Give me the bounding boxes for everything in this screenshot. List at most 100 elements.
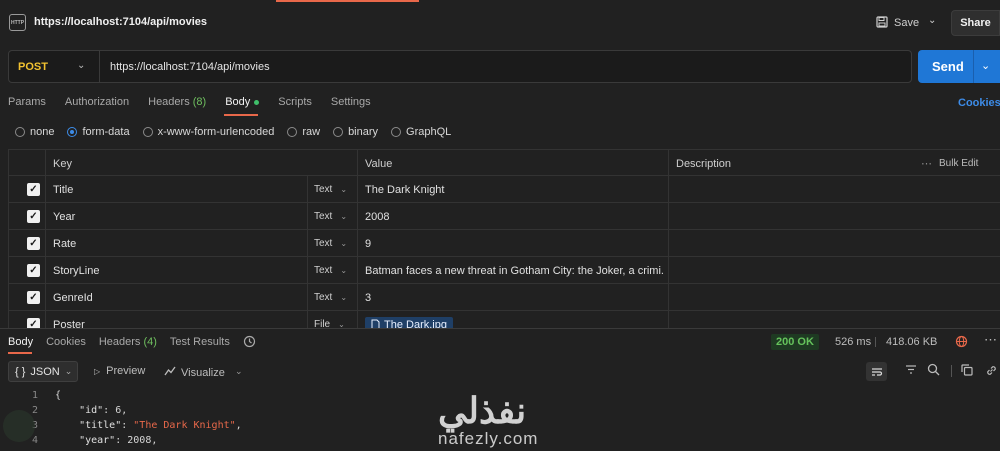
row-checkbox[interactable]: ✓ bbox=[27, 311, 40, 328]
chevron-down-icon[interactable]: ⌄ bbox=[77, 60, 85, 71]
row-key[interactable]: Title bbox=[53, 176, 73, 203]
row-value[interactable]: The Dark.jpg bbox=[365, 311, 665, 328]
more-options-icon[interactable]: ⋯ bbox=[984, 332, 997, 348]
radio-icon bbox=[391, 127, 402, 137]
watermark-logo-icon bbox=[3, 410, 35, 442]
table-row[interactable]: ✓ Year Text ⌄ 2008 bbox=[8, 203, 1000, 230]
pane-divider[interactable] bbox=[0, 328, 1000, 329]
chevron-down-icon[interactable]: ⌄ bbox=[235, 366, 243, 377]
table-row[interactable]: ✓ Rate Text ⌄ 9 bbox=[8, 230, 1000, 257]
tab-scripts[interactable]: Scripts bbox=[278, 96, 312, 108]
file-chip[interactable]: The Dark.jpg bbox=[365, 316, 453, 328]
row-type-select[interactable]: File ⌄ bbox=[314, 311, 345, 328]
send-options-chevron-icon[interactable]: ⌄ bbox=[981, 59, 990, 72]
row-type-select[interactable]: Text ⌄ bbox=[314, 203, 347, 230]
wrap-lines-icon[interactable] bbox=[866, 362, 887, 381]
send-button[interactable]: Send ⌄ bbox=[918, 50, 1000, 83]
tab-headers[interactable]: Headers (8) bbox=[148, 96, 206, 108]
code-text: { bbox=[55, 390, 62, 401]
row-checkbox[interactable]: ✓ bbox=[27, 284, 40, 311]
tab-response-body[interactable]: Body bbox=[8, 336, 33, 348]
save-options-chevron-icon[interactable]: ⌄ bbox=[928, 15, 942, 29]
visualize-button[interactable]: Visualize bbox=[164, 365, 225, 380]
share-button[interactable]: Share bbox=[951, 10, 1000, 36]
chevron-down-icon: ⌄ bbox=[338, 320, 345, 328]
tab-params[interactable]: Params bbox=[8, 96, 46, 108]
table-row[interactable]: ✓ Poster File ⌄ The Dark.jpg bbox=[8, 311, 1000, 328]
cookies-link[interactable]: Cookies bbox=[958, 97, 1000, 109]
row-type: Text bbox=[314, 211, 333, 222]
table-row[interactable]: ✓ GenreId Text ⌄ 3 bbox=[8, 284, 1000, 311]
body-type-raw[interactable]: raw bbox=[287, 126, 320, 138]
preview-label: Preview bbox=[106, 365, 146, 377]
radio-icon bbox=[15, 127, 25, 137]
row-type-select[interactable]: Text ⌄ bbox=[314, 230, 347, 257]
tab-response-cookies[interactable]: Cookies bbox=[46, 336, 86, 348]
status-badge[interactable]: 200 OK bbox=[771, 334, 819, 350]
braces-icon: { } bbox=[15, 365, 26, 378]
table-row[interactable]: ✓ StoryLine Text ⌄ Batman faces a new threat… bbox=[8, 257, 1000, 284]
send-label: Send bbox=[932, 59, 964, 74]
row-checkbox[interactable]: ✓ bbox=[27, 176, 40, 203]
tab-authorization[interactable]: Authorization bbox=[65, 96, 129, 108]
row-checkbox[interactable]: ✓ bbox=[27, 203, 40, 230]
row-key[interactable]: GenreId bbox=[53, 284, 93, 311]
row-key[interactable]: StoryLine bbox=[53, 257, 99, 284]
tab-response-headers[interactable]: Headers (4) bbox=[99, 336, 157, 348]
method-select[interactable]: POST bbox=[18, 61, 48, 73]
response-time[interactable]: 526 ms bbox=[835, 336, 871, 348]
row-checkbox[interactable]: ✓ bbox=[27, 257, 40, 284]
radio-label: raw bbox=[302, 126, 321, 138]
row-key[interactable]: Rate bbox=[53, 230, 76, 257]
link-icon[interactable] bbox=[985, 364, 998, 380]
filter-icon[interactable] bbox=[905, 364, 917, 378]
row-type: Text bbox=[314, 265, 333, 276]
more-horizontal-icon[interactable]: ⋯ bbox=[921, 150, 932, 177]
body-type-graphql[interactable]: GraphQL bbox=[391, 126, 451, 138]
play-icon: ▷ bbox=[94, 366, 101, 376]
tab-test-results[interactable]: Test Results bbox=[170, 336, 230, 348]
headers-count: (4) bbox=[143, 336, 157, 348]
format-select[interactable]: { } JSON ⌄ bbox=[8, 361, 78, 382]
bulk-edit-button[interactable]: Bulk Edit bbox=[939, 150, 978, 177]
radio-label: binary bbox=[348, 126, 379, 138]
checkmark-icon: ✓ bbox=[27, 264, 40, 277]
tab-body[interactable]: Body bbox=[225, 96, 260, 108]
body-type-binary[interactable]: binary bbox=[333, 126, 378, 138]
row-type-select[interactable]: Text ⌄ bbox=[314, 257, 347, 284]
header-key: Key bbox=[53, 157, 72, 170]
search-icon[interactable] bbox=[927, 363, 940, 379]
tab-settings[interactable]: Settings bbox=[331, 96, 371, 108]
row-key[interactable]: Poster bbox=[53, 311, 85, 329]
row-value[interactable]: 2008 bbox=[365, 203, 665, 230]
row-type: Text bbox=[314, 292, 333, 303]
body-type-urlencoded[interactable]: x-www-form-urlencoded bbox=[142, 126, 274, 138]
table-row[interactable]: ✓ Title Text ⌄ The Dark Knight bbox=[8, 176, 1000, 203]
checkmark-icon: ✓ bbox=[27, 183, 40, 196]
response-size[interactable]: 418.06 KB bbox=[886, 336, 937, 348]
history-icon[interactable] bbox=[243, 335, 257, 349]
row-checkbox[interactable]: ✓ bbox=[27, 230, 40, 257]
network-globe-icon[interactable] bbox=[955, 335, 968, 351]
chevron-down-icon: ⌄ bbox=[340, 239, 348, 248]
row-value[interactable]: 9 bbox=[365, 230, 665, 257]
body-type-none[interactable]: none bbox=[15, 126, 54, 138]
row-type-select[interactable]: Text ⌄ bbox=[314, 176, 347, 203]
row-value[interactable]: The Dark Knight bbox=[365, 176, 665, 203]
tab-label: Body bbox=[225, 96, 251, 108]
body-type-form-data[interactable]: form-data bbox=[67, 126, 130, 138]
preview-button[interactable]: ▷ Preview bbox=[94, 365, 145, 377]
form-data-rows: ✓ Title Text ⌄ The Dark Knight ✓ Year Text ⌄ 2008… bbox=[8, 176, 1000, 328]
row-value[interactable]: 3 bbox=[365, 284, 665, 311]
divider bbox=[99, 51, 100, 82]
request-title[interactable]: https://localhost:7104/api/movies bbox=[34, 16, 207, 28]
copy-icon[interactable] bbox=[961, 364, 973, 379]
radio-icon bbox=[142, 127, 153, 137]
save-button[interactable]: Save bbox=[876, 13, 919, 33]
tab-label: Headers bbox=[148, 96, 190, 108]
header-description: Description bbox=[676, 157, 732, 170]
row-value[interactable]: Batman faces a new threat in Gotham City… bbox=[365, 257, 665, 284]
row-type-select[interactable]: Text ⌄ bbox=[314, 284, 347, 311]
url-input[interactable]: https://localhost:7104/api/movies bbox=[110, 61, 270, 73]
row-key[interactable]: Year bbox=[53, 203, 75, 230]
